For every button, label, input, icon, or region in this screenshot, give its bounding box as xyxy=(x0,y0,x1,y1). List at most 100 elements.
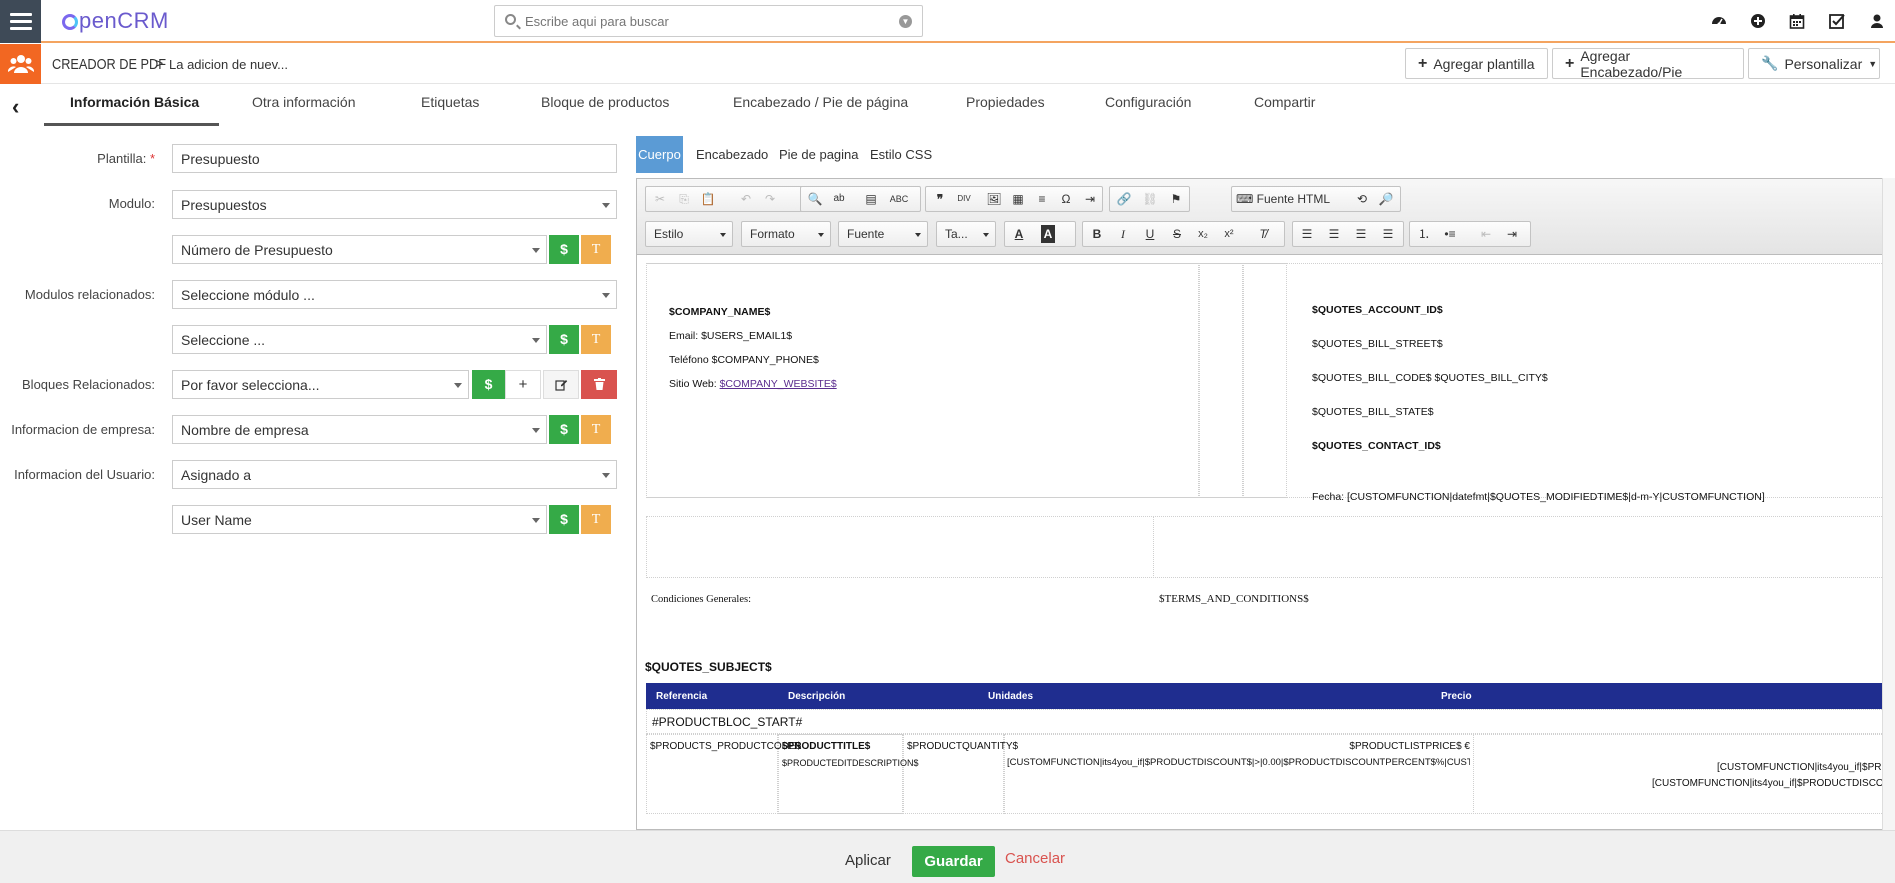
user-icon[interactable] xyxy=(1869,13,1885,29)
format-combo[interactable]: Formato xyxy=(741,221,831,247)
add-header-footer-button[interactable]: + Agregar Encabezado/Pie xyxy=(1552,48,1744,80)
editor-tab-header[interactable]: Encabezado xyxy=(696,147,768,162)
cancel-link[interactable]: Cancelar xyxy=(1005,850,1065,867)
module-field-select[interactable]: Número de Presupuesto xyxy=(172,235,547,264)
page-break-icon[interactable]: ⇥ xyxy=(1080,190,1100,208)
align-justify-icon[interactable]: ☰ xyxy=(1378,225,1398,243)
superscript-icon[interactable]: x² xyxy=(1219,225,1239,243)
save-button[interactable]: Guardar xyxy=(912,846,995,877)
paste-icon[interactable]: 📋 xyxy=(698,190,718,208)
insert-label-button[interactable]: T xyxy=(581,325,611,354)
tab-propiedades[interactable]: Propiedades xyxy=(966,94,1045,110)
insert-label-button[interactable]: T xyxy=(581,505,611,534)
redo-icon[interactable]: ↷ xyxy=(760,190,780,208)
select-all-icon[interactable]: ▤ xyxy=(861,190,881,208)
delete-block-icon[interactable] xyxy=(581,370,617,399)
templates-icon[interactable]: ⟲ xyxy=(1352,190,1372,208)
div-container-icon[interactable]: DIV xyxy=(954,190,974,208)
calendar-icon[interactable] xyxy=(1789,13,1805,29)
italic-icon[interactable]: I xyxy=(1113,225,1133,243)
menu-hamburger-icon[interactable] xyxy=(0,0,41,43)
align-center-icon[interactable]: ☰ xyxy=(1324,225,1344,243)
strikethrough-icon[interactable]: S xyxy=(1167,225,1187,243)
tab-encabezado-pie[interactable]: Encabezado / Pie de página xyxy=(733,94,908,110)
insert-label-button[interactable]: T xyxy=(581,235,611,264)
editor-content[interactable]: $COMPANY_NAME$ Email: $USERS_EMAIL1$ Tel… xyxy=(637,256,1895,829)
company-info-select[interactable]: Nombre de empresa xyxy=(172,415,547,444)
underline-icon[interactable]: U xyxy=(1140,225,1160,243)
apply-button[interactable]: Aplicar xyxy=(845,852,891,869)
blockquote-icon[interactable]: ❞ xyxy=(930,190,950,208)
horizontal-line-icon[interactable]: ≡ xyxy=(1032,190,1052,208)
cut-icon[interactable]: ✂ xyxy=(650,190,670,208)
tab-otra-informacion[interactable]: Otra información xyxy=(252,94,355,110)
insert-block-button[interactable]: $ xyxy=(472,370,505,399)
numbered-list-icon[interactable]: ⒈ xyxy=(1414,225,1434,243)
bulleted-list-icon[interactable]: •≡ xyxy=(1440,225,1460,243)
template-name-input[interactable]: Presupuesto xyxy=(172,144,617,173)
module-select[interactable]: Presupuestos xyxy=(172,190,617,219)
background-color-icon[interactable]: A xyxy=(1041,225,1055,243)
search-options-icon[interactable]: ▼ xyxy=(899,15,912,28)
back-arrow-icon[interactable]: ‹ xyxy=(12,94,19,120)
tab-bloque-productos[interactable]: Bloque de productos xyxy=(541,94,669,110)
breadcrumb-module[interactable]: CREADOR DE PDF xyxy=(52,56,166,73)
editor-tab-css[interactable]: Estilo CSS xyxy=(870,147,932,162)
subscript-icon[interactable]: x₂ xyxy=(1193,225,1213,243)
remove-format-icon[interactable]: T̸ xyxy=(1253,225,1273,243)
dashboard-icon[interactable] xyxy=(1711,13,1727,29)
insert-variable-button[interactable]: $ xyxy=(549,415,579,444)
tab-informacion-basica[interactable]: Información Básica xyxy=(70,94,199,110)
font-combo[interactable]: Fuente xyxy=(838,221,928,247)
tab-compartir[interactable]: Compartir xyxy=(1254,94,1315,110)
users-group-icon[interactable] xyxy=(0,44,41,84)
checkbox-icon[interactable] xyxy=(1829,13,1845,29)
related-field-select[interactable]: Seleccione ... xyxy=(172,325,547,354)
list-group: ⒈ •≡ ⇤ ⇥ xyxy=(1409,221,1531,247)
undo-icon[interactable]: ↶ xyxy=(736,190,756,208)
add-template-button[interactable]: + Agregar plantilla xyxy=(1405,48,1548,79)
replace-icon[interactable]: ab xyxy=(829,190,849,208)
tab-configuracion[interactable]: Configuración xyxy=(1105,94,1191,110)
global-search[interactable]: ▼ xyxy=(494,5,923,37)
related-blocks-select[interactable]: Por favor selecciona... xyxy=(172,370,469,399)
website-link[interactable]: $COMPANY_WEBSITE$ xyxy=(720,378,837,390)
anchor-flag-icon[interactable]: ⚑ xyxy=(1166,190,1186,208)
editor-scrollbar[interactable] xyxy=(1882,178,1895,830)
insert-label-button[interactable]: T xyxy=(581,415,611,444)
user-info-select[interactable]: Asignado a xyxy=(172,460,617,489)
plus-circle-icon[interactable] xyxy=(1750,13,1766,29)
app-logo[interactable]: penCRM xyxy=(62,8,169,34)
search-input[interactable] xyxy=(525,10,875,32)
add-block-button[interactable]: + xyxy=(505,370,541,399)
spellcheck-icon[interactable]: ABC xyxy=(889,190,909,208)
table-icon[interactable]: ▦ xyxy=(1008,190,1028,208)
link-icon[interactable]: 🔗 xyxy=(1114,190,1134,208)
source-html-button[interactable]: ⌨ Fuente HTML xyxy=(1236,190,1336,208)
align-right-icon[interactable]: ☰ xyxy=(1351,225,1371,243)
find-icon[interactable]: 🔍 xyxy=(805,190,825,208)
insert-variable-button[interactable]: $ xyxy=(549,235,579,264)
user-field-select[interactable]: User Name xyxy=(172,505,547,534)
related-module-select[interactable]: Seleccione módulo ... xyxy=(172,280,617,309)
quotes-subject-var: $QUOTES_SUBJECT$ xyxy=(645,660,772,674)
edit-block-icon[interactable] xyxy=(543,370,579,399)
preview-icon[interactable]: 🔎 xyxy=(1376,190,1396,208)
style-combo[interactable]: Estilo xyxy=(645,221,733,247)
bold-icon[interactable]: B xyxy=(1087,225,1107,243)
insert-variable-button[interactable]: $ xyxy=(549,505,579,534)
outdent-icon[interactable]: ⇤ xyxy=(1476,225,1496,243)
insert-variable-button[interactable]: $ xyxy=(549,325,579,354)
text-color-icon[interactable]: A xyxy=(1009,225,1029,243)
unlink-icon[interactable]: ⛓ xyxy=(1140,190,1160,208)
copy-icon[interactable]: ⎘ xyxy=(674,190,694,208)
special-char-icon[interactable]: Ω xyxy=(1056,190,1076,208)
align-left-icon[interactable]: ☰ xyxy=(1297,225,1317,243)
editor-tab-footer[interactable]: Pie de pagina xyxy=(779,147,859,162)
image-icon[interactable]: 🖼 xyxy=(984,190,1004,208)
customize-button[interactable]: 🔧 Personalizar ▼ xyxy=(1748,48,1880,79)
indent-icon[interactable]: ⇥ xyxy=(1502,225,1522,243)
font-size-combo[interactable]: Ta... xyxy=(936,221,996,247)
tab-etiquetas[interactable]: Etiquetas xyxy=(421,94,479,110)
editor-tab-body[interactable]: Cuerpo xyxy=(636,136,683,173)
